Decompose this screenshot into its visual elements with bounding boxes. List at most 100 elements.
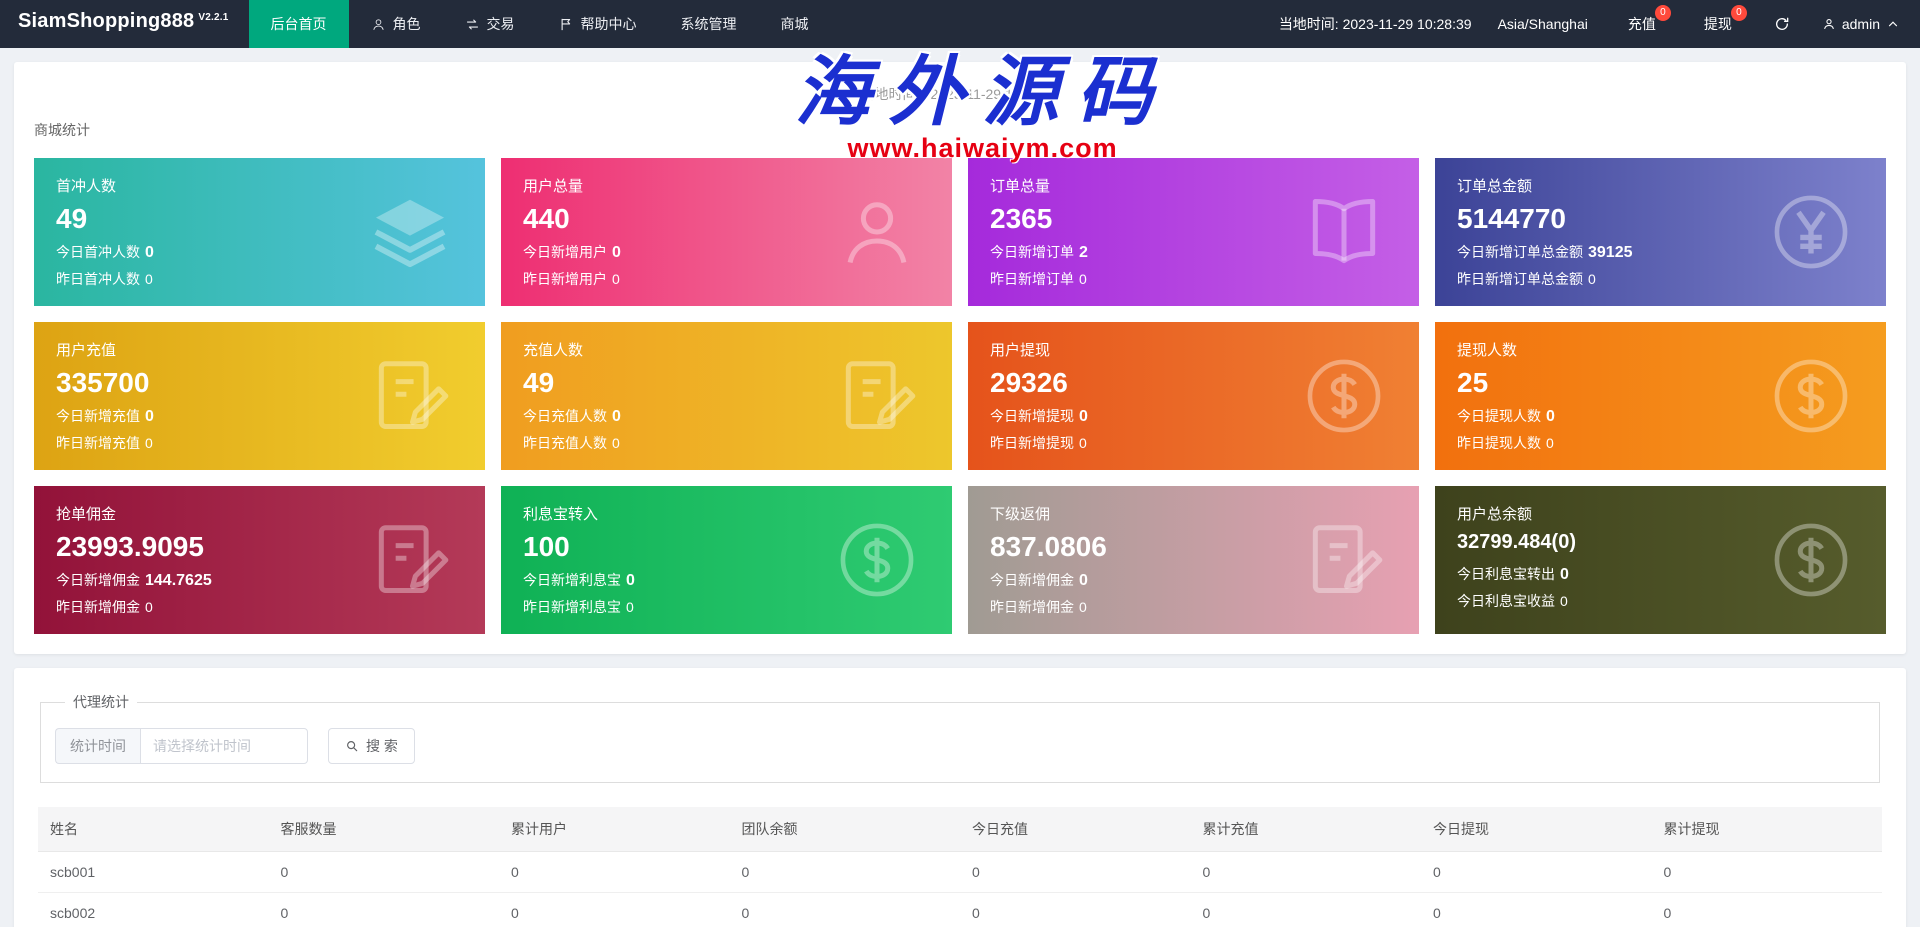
nav-item-5[interactable]: 系统管理 [659, 0, 759, 48]
agent-table: 姓名 客服数量 累计用户 团队余额 今日充值 累计充值 今日提现 累计提现 scb001 0 0 0… [38, 807, 1882, 927]
nav-item-label: 系统管理 [680, 16, 737, 32]
local-time-text: 当地时间: 2023-11-29 10:28:39 [1278, 16, 1472, 32]
doc-edit-icon [367, 517, 453, 603]
withdraw-button[interactable]: 提现 0 [1680, 0, 1756, 48]
table-cell: 0 [268, 851, 499, 893]
stat-card-8: 提现人数 25 今日提现人数 0 昨日提现人数 0 [1435, 322, 1886, 470]
nav-item-1[interactable]: 后台首页 [248, 0, 349, 48]
column-header: 累计充值 [1190, 807, 1421, 852]
book-icon [1301, 189, 1387, 275]
recharge-button[interactable]: 充值 0 [1604, 0, 1680, 48]
column-header: 累计提现 [1651, 807, 1882, 852]
stat-card-10: 利息宝转入 100 今日新增利息宝 0 昨日新增利息宝 0 [501, 486, 952, 634]
table-cell: 0 [499, 892, 730, 927]
main-menu: 后台首页 角色 交易 帮助中心 系统管理 商城 [248, 0, 831, 48]
table-cell: 0 [499, 851, 730, 893]
nav-item-label: 后台首页 [270, 16, 327, 32]
column-header: 累计用户 [499, 807, 730, 852]
table-cell: 0 [960, 892, 1191, 927]
nav-item-2[interactable]: 角色 [349, 0, 443, 48]
table-cell: 0 [729, 851, 960, 893]
table-cell: 0 [729, 892, 960, 927]
doc-edit-icon [834, 353, 920, 439]
flag-icon [559, 17, 574, 32]
exchange-icon [465, 17, 480, 32]
brand-name: SiamShopping888 [18, 10, 195, 32]
stat-cards-grid: 首冲人数 49 今日首冲人数 0 昨日首冲人数 0 用户总量 440 今日新增用户 0 昨日新增用户… [14, 158, 1906, 634]
stat-card-4: 订单总金额 5144770 今日新增订单总金额 39125 昨日新增订单总金额 0 [1435, 158, 1886, 306]
table-cell: 0 [268, 892, 499, 927]
column-header: 姓名 [38, 807, 269, 852]
stat-card-7: 用户提现 29326 今日新增提现 0 昨日新增提现 0 [968, 322, 1419, 470]
user-icon [1822, 17, 1836, 31]
column-header: 客服数量 [268, 807, 499, 852]
column-header: 团队余额 [729, 807, 960, 852]
column-header: 今日提现 [1421, 807, 1652, 852]
nav-item-3[interactable]: 交易 [443, 0, 537, 48]
stat-card-1: 首冲人数 49 今日首冲人数 0 昨日首冲人数 0 [34, 158, 485, 306]
table-cell: 0 [1421, 851, 1652, 893]
table-header-row: 姓名 客服数量 累计用户 团队余额 今日充值 累计充值 今日提现 累计提现 [38, 807, 1882, 852]
agent-fieldset: 代理统计 统计时间 搜 索 [40, 692, 1880, 783]
stat-card-3: 订单总量 2365 今日新增订单 2 昨日新增订单 0 [968, 158, 1419, 306]
table-cell: 0 [1651, 892, 1882, 927]
navbar-right: 当地时间: 2023-11-29 10:28:39 Asia/Shanghai … [1263, 0, 1920, 48]
section-title: 商城统计 [34, 122, 90, 138]
stat-time-label: 统计时间 [55, 728, 140, 764]
recharge-badge: 0 [1654, 5, 1671, 21]
nav-item-label: 交易 [486, 16, 515, 32]
stats-panel: 当地时间：2023-11-29 10:28:43 商城统计 首冲人数 49 今日首冲… [14, 62, 1906, 654]
agent-panel: 代理统计 统计时间 搜 索 姓名客服数量累计用户团队余额今日充值累计充值今日提现… [14, 668, 1906, 927]
table-cell: scb001 [38, 851, 269, 893]
recharge-label: 充值 [1627, 16, 1656, 32]
timezone-text: Asia/Shanghai [1497, 16, 1588, 32]
doc-edit-icon [1301, 517, 1387, 603]
nav-item-label: 帮助中心 [580, 16, 637, 32]
nav-item-label: 角色 [392, 16, 421, 32]
top-navbar: SiamShopping888 V2.2.1 后台首页 角色 交易 帮助中心 系统管理 商… [0, 0, 1920, 48]
table-cell: 0 [1421, 892, 1652, 927]
withdraw-badge: 0 [1730, 5, 1747, 21]
table-cell: 0 [1190, 892, 1421, 927]
table-cell: 0 [1651, 851, 1882, 893]
agent-legend: 代理统计 [73, 694, 129, 710]
table-cell: scb002 [38, 892, 269, 927]
dollar-circle-icon [834, 517, 920, 603]
doc-edit-icon [367, 353, 453, 439]
stat-card-2: 用户总量 440 今日新增用户 0 昨日新增用户 0 [501, 158, 952, 306]
search-button-label: 搜 索 [366, 738, 398, 754]
stat-card-6: 充值人数 49 今日充值人数 0 昨日充值人数 0 [501, 322, 952, 470]
search-icon [345, 739, 359, 753]
user-icon [371, 17, 386, 32]
refresh-icon [1774, 16, 1790, 32]
stat-card-9: 抢单佣金 23993.9095 今日新增佣金 144.7625 昨日新增佣金 0 [34, 486, 485, 634]
stat-card-5: 用户充值 335700 今日新增充值 0 昨日新增充值 0 [34, 322, 485, 470]
nav-item-4[interactable]: 帮助中心 [537, 0, 659, 48]
dollar-circle-icon [1768, 517, 1854, 603]
user-menu[interactable]: admin [1808, 0, 1920, 48]
stat-time-group: 统计时间 [55, 728, 308, 764]
dollar-circle-icon [1768, 353, 1854, 439]
table-cell: 0 [1190, 851, 1421, 893]
filter-row: 统计时间 搜 索 [55, 728, 1865, 764]
panel-local-time: 当地时间：2023-11-29 10:28:43 [860, 86, 1060, 102]
stat-time-input[interactable] [140, 728, 308, 764]
column-header: 今日充值 [960, 807, 1191, 852]
table-cell: 0 [960, 851, 1191, 893]
dollar-circle-icon [1301, 353, 1387, 439]
brand-version: V2.2.1 [198, 12, 229, 23]
brand-logo[interactable]: SiamShopping888 V2.2.1 [0, 0, 249, 48]
table-row: scb001 0 0 0 0 0 0 0 [38, 851, 1882, 893]
search-button[interactable]: 搜 索 [328, 728, 415, 764]
refresh-button[interactable] [1756, 0, 1808, 48]
stat-card-11: 下级返佣 837.0806 今日新增佣金 0 昨日新增佣金 0 [968, 486, 1419, 634]
layers-icon [367, 189, 453, 275]
yen-circle-icon [1768, 189, 1854, 275]
table-row: scb002 0 0 0 0 0 0 0 [38, 892, 1882, 927]
withdraw-label: 提现 [1703, 16, 1732, 32]
chevron-up-icon [1886, 17, 1900, 31]
username: admin [1841, 16, 1880, 32]
nav-item-label: 商城 [780, 16, 809, 32]
stat-card-12: 用户总余额 32799.484(0) 今日利息宝转出 0 今日利息宝收益 0 [1435, 486, 1886, 634]
nav-item-6[interactable]: 商城 [759, 0, 831, 48]
